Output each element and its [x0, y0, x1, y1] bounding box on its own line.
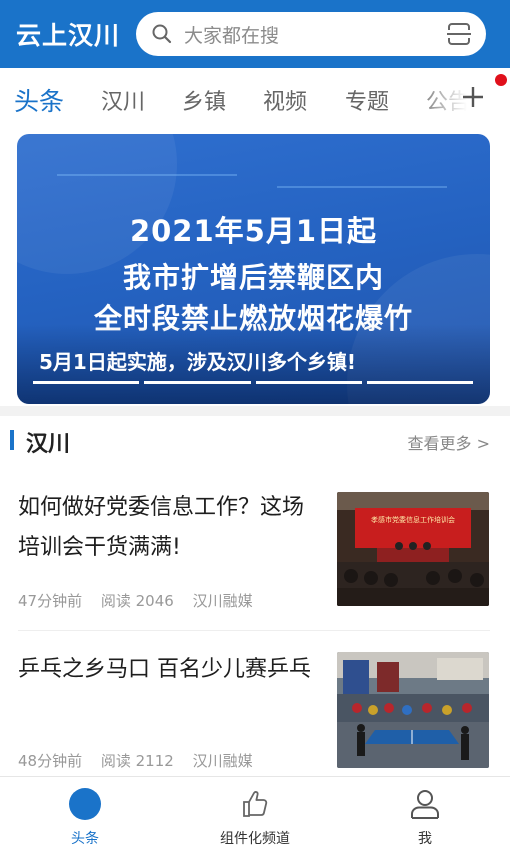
banner-stripe: [57, 174, 237, 176]
banner-decoration: [17, 134, 177, 274]
scan-icon[interactable]: [446, 21, 472, 47]
search-bar[interactable]: 大家都在搜: [136, 12, 486, 56]
news-time: 48分钟前: [18, 752, 83, 770]
carousel-indicator: [33, 381, 473, 384]
add-channel-icon[interactable]: [458, 82, 488, 112]
tab-topics[interactable]: 专题: [345, 84, 389, 116]
tab-hanchuan[interactable]: 汉川: [101, 84, 145, 116]
news-reads: 阅读 2112: [100, 752, 174, 770]
notification-dot: [495, 74, 507, 86]
news-meta: 48分钟前 阅读 2112 汉川融媒: [18, 750, 267, 771]
search-placeholder[interactable]: 大家都在搜: [184, 21, 446, 48]
carousel-dot[interactable]: [144, 381, 251, 384]
carousel-dot[interactable]: [33, 381, 140, 384]
search-icon: [152, 24, 172, 44]
news-thumbnail[interactable]: 孝感市党委信息工作培训会: [337, 492, 489, 606]
table-tennis-photo-image: [337, 652, 489, 768]
nav-component-channel[interactable]: 组件化频道: [170, 777, 340, 850]
banner-headline-1: 2021年5月1日起: [129, 214, 378, 248]
nav-me[interactable]: 我: [340, 777, 510, 850]
news-title[interactable]: 如何做好党委信息工作？这场培训会干货满满!: [18, 488, 323, 568]
channel-tabs: 头条 汉川 乡镇 视频 专题 公告: [0, 68, 510, 130]
tab-towns[interactable]: 乡镇: [182, 84, 226, 116]
tab-video[interactable]: 视频: [263, 84, 307, 116]
news-thumbnail[interactable]: [337, 652, 489, 768]
news-section: 汉川 查看更多 > 如何做好党委信息工作？这场培训会干货满满! 47分钟前 阅读…: [0, 416, 510, 776]
app-header: 云上汉川 大家都在搜: [0, 0, 510, 68]
app-title: 云上汉川: [16, 21, 121, 50]
news-item[interactable]: 如何做好党委信息工作？这场培训会干货满满! 47分钟前 阅读 2046 汉川融媒…: [0, 478, 510, 628]
news-source: 汉川融媒: [192, 752, 253, 770]
news-title[interactable]: 乒乓之乡马口 百名少儿赛乒乓: [18, 650, 323, 690]
section-accent-bar: [10, 430, 14, 450]
see-more-link[interactable]: 查看更多 >: [408, 430, 491, 454]
meeting-photo-image: 孝感市党委信息工作培训会: [337, 492, 489, 606]
tab-headlines[interactable]: 头条: [14, 82, 64, 118]
news-source: 汉川融媒: [192, 592, 253, 610]
carousel-dot[interactable]: [366, 381, 473, 384]
bottom-nav: 头条 组件化频道 我: [0, 776, 510, 850]
banner-caption: 5月1日起实施，涉及汉川多个乡镇!: [39, 350, 356, 374]
banner-section: 2021年5月1日起 我市扩增后禁鞭区内 全时段禁止燃放烟花爆竹 5月1日起实施…: [0, 130, 510, 406]
nav-label: 我: [418, 831, 432, 847]
divider: [18, 630, 490, 631]
news-item[interactable]: 乒乓之乡马口 百名少儿赛乒乓 48分钟前 阅读 2112 汉川融媒: [0, 638, 510, 776]
banner-stripe: [277, 186, 447, 188]
banner-headline-2: 我市扩增后禁鞭区内: [122, 261, 384, 294]
banner-carousel[interactable]: 2021年5月1日起 我市扩增后禁鞭区内 全时段禁止燃放烟花爆竹 5月1日起实施…: [17, 134, 490, 404]
thumb-banner-text: 孝感市党委信息工作培训会: [371, 515, 455, 524]
user-icon: [411, 790, 439, 819]
news-reads: 阅读 2046: [100, 592, 174, 610]
nav-label: 组件化频道: [220, 831, 290, 847]
carousel-dot[interactable]: [255, 381, 362, 384]
news-meta: 47分钟前 阅读 2046 汉川融媒: [18, 590, 267, 611]
circle-home-icon: [69, 788, 101, 820]
nav-label: 头条: [71, 831, 99, 847]
thumbs-up-icon: [243, 791, 268, 817]
news-time: 47分钟前: [18, 592, 83, 610]
section-title: 汉川: [26, 432, 71, 457]
nav-headlines[interactable]: 头条: [0, 777, 170, 850]
